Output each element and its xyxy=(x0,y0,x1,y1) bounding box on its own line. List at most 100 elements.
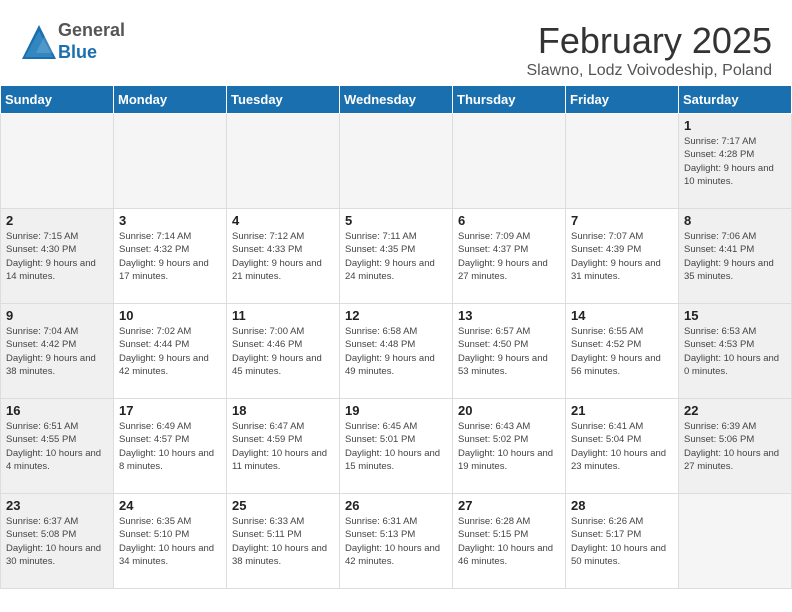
day-number: 17 xyxy=(119,403,221,418)
calendar-cell: 18 Sunrise: 6:47 AM Sunset: 4:59 PM Dayli… xyxy=(227,399,340,494)
calendar-cell: 26 Sunrise: 6:31 AM Sunset: 5:13 PM Dayli… xyxy=(340,494,453,589)
day-number: 9 xyxy=(6,308,108,323)
calendar-cell: 7 Sunrise: 7:07 AM Sunset: 4:39 PM Daylig… xyxy=(566,209,679,304)
day-number: 7 xyxy=(571,213,673,228)
day-info: Sunrise: 7:07 AM Sunset: 4:39 PM Dayligh… xyxy=(571,230,673,283)
calendar-cell xyxy=(1,114,114,209)
day-info: Sunrise: 6:49 AM Sunset: 4:57 PM Dayligh… xyxy=(119,420,221,473)
day-info: Sunrise: 7:06 AM Sunset: 4:41 PM Dayligh… xyxy=(684,230,786,283)
calendar-cell: 14 Sunrise: 6:55 AM Sunset: 4:52 PM Dayli… xyxy=(566,304,679,399)
calendar-cell: 16 Sunrise: 6:51 AM Sunset: 4:55 PM Dayli… xyxy=(1,399,114,494)
calendar-cell: 21 Sunrise: 6:41 AM Sunset: 5:04 PM Dayli… xyxy=(566,399,679,494)
header: General Blue February 2025 Slawno, Lodz … xyxy=(0,0,792,85)
calendar-cell: 12 Sunrise: 6:58 AM Sunset: 4:48 PM Dayli… xyxy=(340,304,453,399)
calendar-cell: 8 Sunrise: 7:06 AM Sunset: 4:41 PM Daylig… xyxy=(679,209,792,304)
month-title: February 2025 xyxy=(526,20,772,62)
calendar-cell xyxy=(114,114,227,209)
col-header-friday: Friday xyxy=(566,86,679,114)
day-info: Sunrise: 6:55 AM Sunset: 4:52 PM Dayligh… xyxy=(571,325,673,378)
col-header-monday: Monday xyxy=(114,86,227,114)
day-info: Sunrise: 6:57 AM Sunset: 4:50 PM Dayligh… xyxy=(458,325,560,378)
day-info: Sunrise: 7:02 AM Sunset: 4:44 PM Dayligh… xyxy=(119,325,221,378)
day-info: Sunrise: 6:31 AM Sunset: 5:13 PM Dayligh… xyxy=(345,515,447,568)
calendar-cell: 20 Sunrise: 6:43 AM Sunset: 5:02 PM Dayli… xyxy=(453,399,566,494)
day-number: 4 xyxy=(232,213,334,228)
calendar-cell: 24 Sunrise: 6:35 AM Sunset: 5:10 PM Dayli… xyxy=(114,494,227,589)
day-number: 21 xyxy=(571,403,673,418)
day-number: 20 xyxy=(458,403,560,418)
calendar-cell: 9 Sunrise: 7:04 AM Sunset: 4:42 PM Daylig… xyxy=(1,304,114,399)
calendar-cell: 27Sunrise: 6:28 AM Sunset: 5:15 PM Dayli… xyxy=(453,494,566,589)
calendar-cell: 2Sunrise: 7:15 AM Sunset: 4:30 PM Daylig… xyxy=(1,209,114,304)
col-header-sunday: Sunday xyxy=(1,86,114,114)
day-number: 11 xyxy=(232,308,334,323)
day-number: 2 xyxy=(6,213,108,228)
logo: General Blue xyxy=(20,20,125,63)
col-header-saturday: Saturday xyxy=(679,86,792,114)
calendar-cell xyxy=(453,114,566,209)
calendar-cell xyxy=(340,114,453,209)
calendar-cell xyxy=(227,114,340,209)
day-info: Sunrise: 7:14 AM Sunset: 4:32 PM Dayligh… xyxy=(119,230,221,283)
day-info: Sunrise: 6:37 AM Sunset: 5:08 PM Dayligh… xyxy=(6,515,108,568)
calendar-cell: 5 Sunrise: 7:11 AM Sunset: 4:35 PM Daylig… xyxy=(340,209,453,304)
day-info: Sunrise: 6:47 AM Sunset: 4:59 PM Dayligh… xyxy=(232,420,334,473)
calendar-cell: 22Sunrise: 6:39 AM Sunset: 5:06 PM Dayli… xyxy=(679,399,792,494)
logo-icon xyxy=(20,23,58,61)
calendar-cell: 3 Sunrise: 7:14 AM Sunset: 4:32 PM Daylig… xyxy=(114,209,227,304)
calendar-cell: 25 Sunrise: 6:33 AM Sunset: 5:11 PM Dayli… xyxy=(227,494,340,589)
day-number: 1 xyxy=(684,118,786,133)
calendar: SundayMondayTuesdayWednesdayThursdayFrid… xyxy=(0,85,792,589)
day-number: 25 xyxy=(232,498,334,513)
calendar-cell: 10 Sunrise: 7:02 AM Sunset: 4:44 PM Dayli… xyxy=(114,304,227,399)
title-block: February 2025 Slawno, Lodz Voivodeship, … xyxy=(526,20,772,80)
day-info: Sunrise: 6:41 AM Sunset: 5:04 PM Dayligh… xyxy=(571,420,673,473)
day-info: Sunrise: 7:17 AM Sunset: 4:28 PM Dayligh… xyxy=(684,135,786,188)
calendar-cell: 15 Sunrise: 6:53 AM Sunset: 4:53 PM Dayli… xyxy=(679,304,792,399)
day-info: Sunrise: 6:43 AM Sunset: 5:02 PM Dayligh… xyxy=(458,420,560,473)
day-number: 24 xyxy=(119,498,221,513)
day-info: Sunrise: 6:35 AM Sunset: 5:10 PM Dayligh… xyxy=(119,515,221,568)
col-header-thursday: Thursday xyxy=(453,86,566,114)
day-number: 8 xyxy=(684,213,786,228)
day-info: Sunrise: 6:58 AM Sunset: 4:48 PM Dayligh… xyxy=(345,325,447,378)
day-info: Sunrise: 6:51 AM Sunset: 4:55 PM Dayligh… xyxy=(6,420,108,473)
calendar-cell: 11 Sunrise: 7:00 AM Sunset: 4:46 PM Dayli… xyxy=(227,304,340,399)
calendar-cell: 23 Sunrise: 6:37 AM Sunset: 5:08 PM Dayli… xyxy=(1,494,114,589)
day-info: Sunrise: 6:33 AM Sunset: 5:11 PM Dayligh… xyxy=(232,515,334,568)
col-header-wednesday: Wednesday xyxy=(340,86,453,114)
day-number: 14 xyxy=(571,308,673,323)
calendar-cell: 17 Sunrise: 6:49 AM Sunset: 4:57 PM Dayli… xyxy=(114,399,227,494)
logo-blue-text: Blue xyxy=(58,42,97,62)
day-number: 3 xyxy=(119,213,221,228)
day-info: Sunrise: 6:28 AM Sunset: 5:15 PM Dayligh… xyxy=(458,515,560,568)
calendar-cell xyxy=(679,494,792,589)
day-info: Sunrise: 6:53 AM Sunset: 4:53 PM Dayligh… xyxy=(684,325,786,378)
day-number: 15 xyxy=(684,308,786,323)
day-info: Sunrise: 7:11 AM Sunset: 4:35 PM Dayligh… xyxy=(345,230,447,283)
day-number: 18 xyxy=(232,403,334,418)
day-info: Sunrise: 6:26 AM Sunset: 5:17 PM Dayligh… xyxy=(571,515,673,568)
day-info: Sunrise: 6:39 AM Sunset: 5:06 PM Dayligh… xyxy=(684,420,786,473)
day-info: Sunrise: 7:12 AM Sunset: 4:33 PM Dayligh… xyxy=(232,230,334,283)
day-number: 26 xyxy=(345,498,447,513)
calendar-cell: 13 Sunrise: 6:57 AM Sunset: 4:50 PM Dayli… xyxy=(453,304,566,399)
calendar-cell: 6Sunrise: 7:09 AM Sunset: 4:37 PM Daylig… xyxy=(453,209,566,304)
day-info: Sunrise: 7:00 AM Sunset: 4:46 PM Dayligh… xyxy=(232,325,334,378)
location-subtitle: Slawno, Lodz Voivodeship, Poland xyxy=(526,62,772,80)
day-number: 23 xyxy=(6,498,108,513)
col-header-tuesday: Tuesday xyxy=(227,86,340,114)
calendar-cell: 28Sunrise: 6:26 AM Sunset: 5:17 PM Dayli… xyxy=(566,494,679,589)
calendar-cell: 4 Sunrise: 7:12 AM Sunset: 4:33 PM Daylig… xyxy=(227,209,340,304)
day-number: 12 xyxy=(345,308,447,323)
day-number: 10 xyxy=(119,308,221,323)
day-info: Sunrise: 7:09 AM Sunset: 4:37 PM Dayligh… xyxy=(458,230,560,283)
calendar-cell: 19Sunrise: 6:45 AM Sunset: 5:01 PM Dayli… xyxy=(340,399,453,494)
logo-general-text: General xyxy=(58,20,125,40)
day-number: 13 xyxy=(458,308,560,323)
day-number: 5 xyxy=(345,213,447,228)
calendar-cell: 1 Sunrise: 7:17 AM Sunset: 4:28 PM Daylig… xyxy=(679,114,792,209)
calendar-cell xyxy=(566,114,679,209)
day-info: Sunrise: 7:04 AM Sunset: 4:42 PM Dayligh… xyxy=(6,325,108,378)
day-number: 16 xyxy=(6,403,108,418)
